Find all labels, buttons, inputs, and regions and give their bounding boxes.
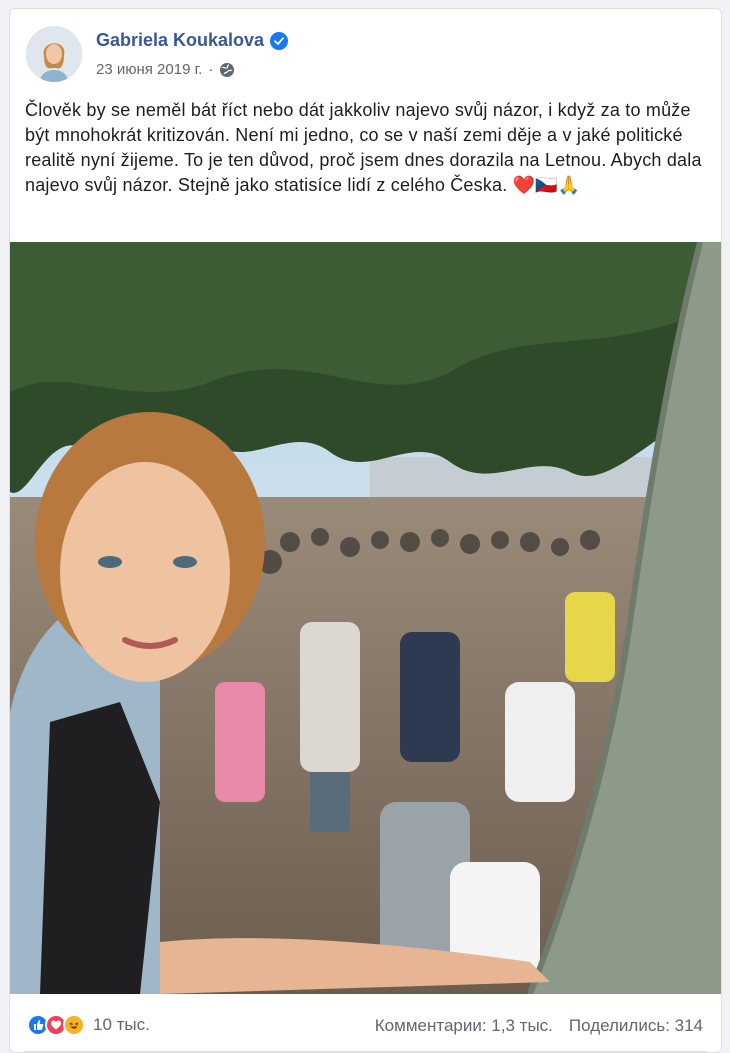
author: Gabriela Koukalova [96, 30, 289, 51]
photo-illustration [10, 242, 721, 994]
author-avatar[interactable] [26, 26, 82, 82]
globe-icon[interactable] [219, 62, 235, 78]
post-photo[interactable] [10, 242, 721, 994]
post-stats: Комментарии: 1,3 тыс. Поделились: 314 [375, 1016, 703, 1036]
post-card: Gabriela Koukalova 23 июня 2019 г. · Člo… [9, 8, 722, 1053]
post-footer: 10 тыс. Комментарии: 1,3 тыс. Поделились… [10, 1002, 721, 1042]
comments-count[interactable]: Комментарии: 1,3 тыс. [375, 1016, 553, 1036]
haha-icon [63, 1014, 85, 1036]
post-date[interactable]: 23 июня 2019 г. [96, 61, 202, 78]
author-name[interactable]: Gabriela Koukalova [96, 30, 264, 51]
post-emojis: ❤️🇨🇿🙏 [512, 175, 581, 195]
post-text: Člověk by se neměl bát říct nebo dát jak… [25, 98, 715, 198]
post-body: Člověk by se neměl bát říct nebo dát jak… [25, 100, 702, 195]
post-meta: 23 июня 2019 г. · [96, 61, 235, 78]
post-header: Gabriela Koukalova 23 июня 2019 г. · [10, 9, 721, 94]
meta-separator: · [208, 61, 214, 78]
footer-divider [24, 1051, 707, 1052]
verified-badge-icon [270, 31, 289, 50]
reaction-summary[interactable]: 10 тыс. [27, 1014, 150, 1036]
reaction-count[interactable]: 10 тыс. [93, 1015, 150, 1035]
shares-count[interactable]: Поделились: 314 [569, 1016, 703, 1036]
